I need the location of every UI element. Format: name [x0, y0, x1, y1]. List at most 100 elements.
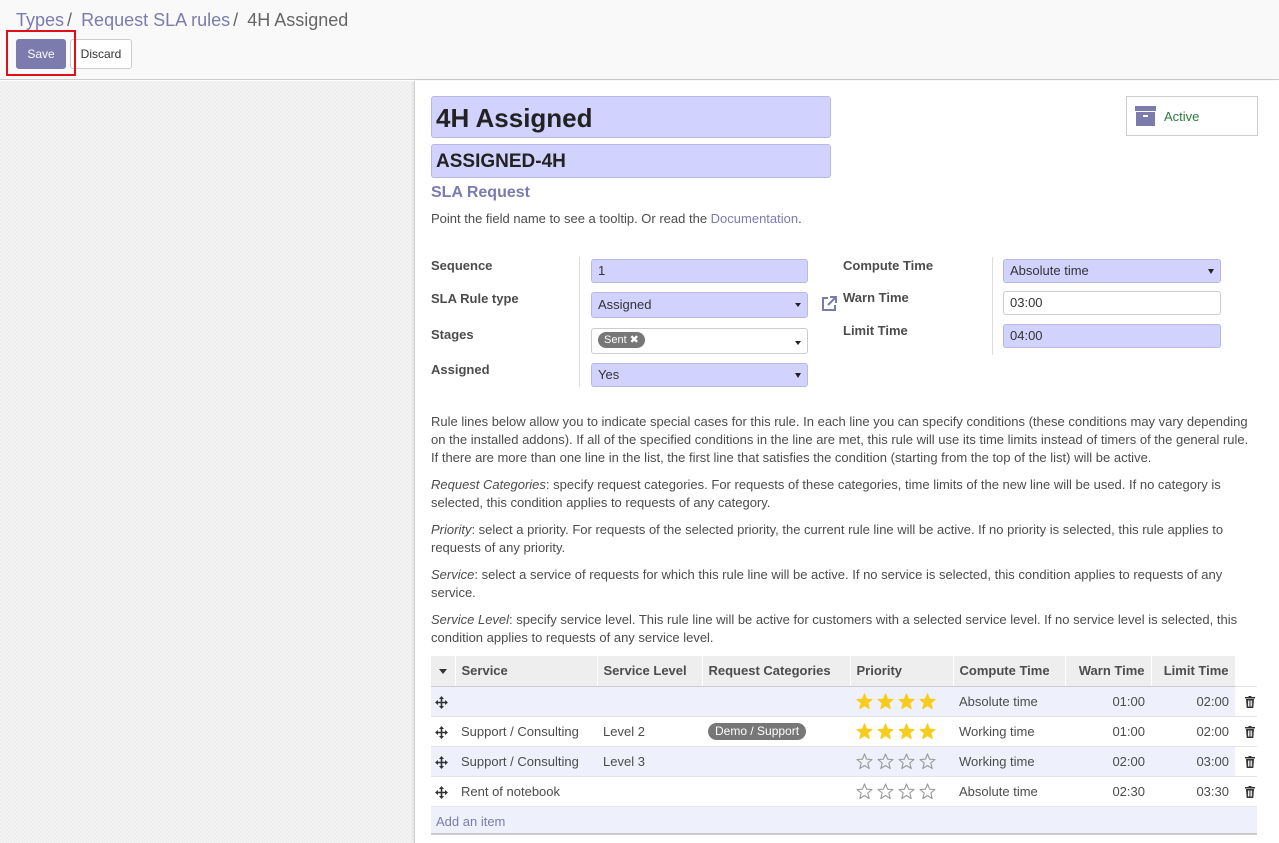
- star-filled-icon[interactable]: [856, 722, 873, 740]
- cell-limit-time[interactable]: 02:00: [1151, 685, 1235, 716]
- add-item-link[interactable]: Add an item: [436, 814, 505, 829]
- cell-priority[interactable]: [850, 745, 953, 776]
- row-handle[interactable]: [431, 775, 455, 806]
- trash-icon[interactable]: [1245, 696, 1255, 709]
- row-handle[interactable]: [431, 715, 455, 746]
- table-row[interactable]: Absolute time 01:00 02:00: [431, 685, 1257, 716]
- cell-compute-time[interactable]: Absolute time: [953, 775, 1065, 806]
- name-input[interactable]: 4H Assigned: [431, 96, 831, 138]
- sort-handle-header[interactable]: [431, 656, 456, 687]
- column-header-priority[interactable]: Priority: [850, 656, 954, 687]
- column-header-compute-time[interactable]: Compute Time: [953, 656, 1066, 687]
- cell-service-level[interactable]: [597, 685, 702, 716]
- row-handle[interactable]: [431, 745, 455, 776]
- row-delete[interactable]: [1235, 685, 1257, 716]
- trash-icon[interactable]: [1245, 756, 1255, 769]
- limit-time-input[interactable]: 04:00: [1003, 324, 1221, 348]
- cell-request-categories[interactable]: [702, 685, 850, 716]
- cell-limit-time[interactable]: 03:30: [1151, 775, 1235, 806]
- star-empty-icon[interactable]: [877, 783, 894, 800]
- discard-button[interactable]: Discard: [70, 39, 132, 69]
- table-row[interactable]: Rent of notebook Absolute time 02:30 03:30: [431, 775, 1257, 806]
- cell-service-level[interactable]: [597, 775, 702, 806]
- documentation-link[interactable]: Documentation: [711, 211, 798, 226]
- cell-service[interactable]: Rent of notebook: [455, 775, 597, 806]
- cell-request-categories[interactable]: Demo / Support: [702, 715, 850, 746]
- help-service: Service: select a service of requests fo…: [431, 566, 1253, 602]
- breadcrumb-sla-rules[interactable]: Request SLA rules: [81, 10, 230, 30]
- rule-lines-table: Service Service Level Request Categories…: [431, 656, 1257, 806]
- breadcrumb-types[interactable]: Types: [16, 10, 64, 30]
- row-handle[interactable]: [431, 685, 455, 716]
- star-filled-icon[interactable]: [856, 692, 873, 710]
- close-icon[interactable]: ✖: [630, 334, 639, 346]
- help-categories: Request Categories: specify request cate…: [431, 476, 1253, 512]
- trash-icon[interactable]: [1245, 726, 1255, 739]
- move-icon[interactable]: [435, 785, 448, 799]
- star-empty-icon[interactable]: [856, 783, 873, 800]
- move-icon[interactable]: [435, 695, 448, 709]
- rule-type-select[interactable]: Assigned: [591, 292, 808, 318]
- cell-compute-time[interactable]: Working time: [953, 715, 1065, 746]
- rule-type-label: SLA Rule type: [431, 291, 519, 306]
- column-header-request-categories[interactable]: Request Categories: [702, 656, 851, 687]
- cell-service[interactable]: Support / Consulting: [455, 715, 597, 746]
- field-divider: [579, 257, 580, 387]
- cell-service[interactable]: [455, 685, 597, 716]
- external-link-icon[interactable]: [819, 294, 839, 314]
- row-delete[interactable]: [1235, 715, 1257, 746]
- row-delete[interactable]: [1235, 745, 1257, 776]
- cell-warn-time[interactable]: 02:30: [1065, 775, 1151, 806]
- cell-warn-time[interactable]: 01:00: [1065, 715, 1151, 746]
- code-input[interactable]: ASSIGNED-4H: [431, 144, 831, 178]
- star-filled-icon[interactable]: [919, 692, 936, 710]
- column-header-limit-time[interactable]: Limit Time: [1151, 656, 1236, 687]
- star-empty-icon[interactable]: [898, 783, 915, 800]
- breadcrumb-current: 4H Assigned: [247, 10, 349, 30]
- chevron-down-icon: [438, 669, 447, 675]
- field-divider: [992, 257, 993, 355]
- star-empty-icon[interactable]: [898, 752, 915, 770]
- star-empty-icon[interactable]: [919, 752, 936, 770]
- cell-compute-time[interactable]: Working time: [953, 745, 1065, 776]
- compute-time-select[interactable]: Absolute time: [1003, 259, 1221, 283]
- trash-icon[interactable]: [1245, 786, 1255, 799]
- column-header-service-level[interactable]: Service Level: [597, 656, 703, 687]
- cell-service-level[interactable]: Level 3: [597, 745, 702, 776]
- cell-service[interactable]: Support / Consulting: [455, 745, 597, 776]
- cell-limit-time[interactable]: 03:00: [1151, 745, 1235, 776]
- cell-service-level[interactable]: Level 2: [597, 715, 702, 746]
- warn-time-input[interactable]: 03:00: [1003, 291, 1221, 315]
- star-filled-icon[interactable]: [877, 692, 894, 710]
- star-filled-icon[interactable]: [919, 722, 936, 740]
- star-empty-icon[interactable]: [919, 783, 936, 800]
- stage-tag: Sent ✖: [598, 332, 645, 348]
- cell-priority[interactable]: [850, 685, 953, 716]
- column-header-warn-time[interactable]: Warn Time: [1065, 656, 1152, 687]
- cell-warn-time[interactable]: 01:00: [1065, 685, 1151, 716]
- cell-priority[interactable]: [850, 715, 953, 746]
- cell-request-categories[interactable]: [702, 745, 850, 776]
- cell-compute-time[interactable]: Absolute time: [953, 685, 1065, 716]
- cell-priority[interactable]: [850, 775, 953, 806]
- stages-input[interactable]: Sent ✖: [591, 328, 808, 354]
- move-icon[interactable]: [435, 755, 448, 769]
- cell-limit-time[interactable]: 02:00: [1151, 715, 1235, 746]
- cell-request-categories[interactable]: [702, 775, 850, 806]
- row-delete[interactable]: [1235, 775, 1257, 806]
- assigned-select[interactable]: Yes: [591, 363, 808, 387]
- help-service-text: : select a service of requests for which…: [431, 567, 1223, 600]
- star-filled-icon[interactable]: [898, 692, 915, 710]
- star-filled-icon[interactable]: [877, 722, 894, 740]
- sequence-input[interactable]: 1: [591, 259, 808, 283]
- active-toggle-button[interactable]: Active: [1126, 96, 1258, 136]
- star-empty-icon[interactable]: [856, 752, 873, 770]
- star-filled-icon[interactable]: [898, 722, 915, 740]
- move-icon[interactable]: [435, 725, 448, 739]
- cell-warn-time[interactable]: 02:00: [1065, 745, 1151, 776]
- star-empty-icon[interactable]: [877, 752, 894, 770]
- table-row[interactable]: Support / Consulting Level 2 Demo / Suppor…: [431, 715, 1257, 746]
- column-header-service[interactable]: Service: [455, 656, 598, 687]
- table-row[interactable]: Support / Consulting Level 3 Working time 0…: [431, 745, 1257, 776]
- assigned-value: Yes: [598, 367, 620, 382]
